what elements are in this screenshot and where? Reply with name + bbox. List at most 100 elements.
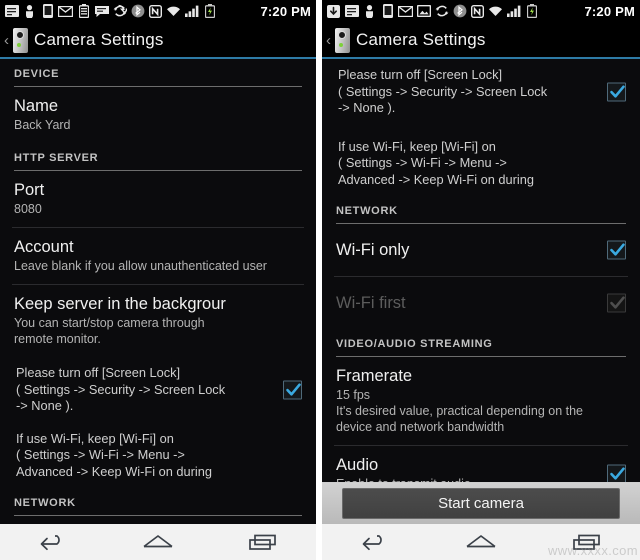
action-bar-right: ‹ Camera Settings bbox=[322, 22, 640, 59]
pref-title: Name bbox=[14, 97, 59, 115]
camera-lens-shape bbox=[338, 30, 346, 39]
note-row-wifi-keep-on[interactable]: If use Wi-Fi, keep [Wi-Fi] on ( Settings… bbox=[0, 423, 316, 489]
check-row-audio[interactable]: Audio Enable to transmit audio bbox=[322, 446, 640, 482]
note-text: If use Wi-Fi, keep [Wi-Fi] on ( Settings… bbox=[338, 138, 534, 187]
settings-list-left[interactable]: DEVICE Name Back Yard HTTP SERVER Port 8… bbox=[0, 59, 316, 524]
smartphone-icon bbox=[380, 4, 395, 19]
pref-title: Framerate bbox=[336, 367, 413, 385]
pref-title: Account bbox=[14, 238, 74, 256]
pref-summary: 15 fps It's desired value, practical dep… bbox=[336, 388, 583, 434]
pref-summary: Back Yard bbox=[14, 118, 71, 132]
gmail-icon bbox=[58, 4, 73, 19]
section-header-device: DEVICE bbox=[0, 59, 316, 83]
pref-title: Port bbox=[14, 181, 45, 199]
pref-title: Audio bbox=[336, 456, 379, 474]
up-caret-icon[interactable]: ‹ bbox=[326, 33, 331, 48]
check-row-wifi-first: Wi-Fi first bbox=[322, 277, 640, 329]
section-title: DEVICE bbox=[14, 68, 60, 80]
gmail-icon bbox=[398, 4, 413, 19]
camera-lens-shape bbox=[16, 30, 24, 39]
back-icon[interactable] bbox=[349, 529, 401, 555]
news-icon bbox=[4, 4, 19, 19]
battery-charging-icon bbox=[76, 4, 91, 19]
start-camera-bar: Start camera bbox=[322, 482, 640, 524]
dual-screenshot-container: 7:20 PM ‹ Camera Settings DEVICE Name Ba… bbox=[0, 0, 640, 560]
sync-icon bbox=[434, 4, 449, 19]
section-title: HTTP SERVER bbox=[14, 152, 99, 164]
camera-app-icon[interactable]: ‹ bbox=[326, 26, 352, 54]
bluetooth-icon bbox=[130, 4, 145, 19]
bluetooth-icon bbox=[452, 4, 467, 19]
pref-summary: 8080 bbox=[14, 202, 42, 216]
section-header-network: NETWORK bbox=[0, 488, 316, 512]
status-clock: 7:20 PM bbox=[584, 3, 635, 19]
pref-summary: You can start/stop camera through remote… bbox=[14, 316, 205, 346]
pref-row-framerate[interactable]: Framerate 15 fps It's desired value, pra… bbox=[322, 357, 640, 445]
wifi-icon bbox=[488, 4, 503, 19]
nfc-icon bbox=[470, 4, 485, 19]
pref-row-port[interactable]: Port 8080 bbox=[0, 171, 316, 227]
check-row-wifi-only[interactable]: Wi-Fi only bbox=[322, 224, 640, 276]
note-text: Please turn off [Screen Lock] ( Settings… bbox=[16, 365, 226, 413]
pref-summary: Leave blank if you allow unauthenticated… bbox=[14, 259, 267, 273]
section-header-video-audio-streaming: VIDEO/AUDIO STREAMING bbox=[322, 329, 640, 353]
navigation-bar-left[interactable] bbox=[0, 524, 316, 560]
person-icon bbox=[362, 4, 377, 19]
pref-row-account[interactable]: Account Leave blank if you allow unauthe… bbox=[0, 228, 316, 284]
battery-icon bbox=[202, 4, 217, 19]
note-text: If use Wi-Fi, keep [Wi-Fi] on ( Settings… bbox=[16, 430, 212, 479]
wifi-icon bbox=[166, 4, 181, 19]
up-caret-icon[interactable]: ‹ bbox=[4, 33, 9, 48]
section-header-http-server: HTTP SERVER bbox=[0, 143, 316, 167]
camera-led-shape bbox=[17, 42, 21, 47]
checkbox-screen-lock[interactable] bbox=[283, 380, 302, 400]
navigation-bar-right[interactable]: www.xxxx.com bbox=[322, 524, 640, 560]
action-bar-left: ‹ Camera Settings bbox=[0, 22, 316, 59]
left-phone-screen: 7:20 PM ‹ Camera Settings DEVICE Name Ba… bbox=[0, 0, 316, 560]
section-title: NETWORK bbox=[14, 497, 76, 509]
check-row-wifi-only[interactable]: Wi-Fi only bbox=[0, 516, 316, 524]
person-icon bbox=[22, 4, 37, 19]
nfc-icon bbox=[148, 4, 163, 19]
pref-title: Wi-Fi first bbox=[336, 294, 406, 312]
section-header-network: NETWORK bbox=[322, 196, 640, 220]
smartphone-icon bbox=[40, 4, 55, 19]
right-phone-screen: 7:20 PM ‹ Camera Settings Please turn of… bbox=[322, 0, 640, 560]
home-icon[interactable] bbox=[132, 529, 184, 555]
back-icon[interactable] bbox=[27, 529, 79, 555]
note-text: Please turn off [Screen Lock] ( Settings… bbox=[338, 67, 548, 115]
section-title: VIDEO/AUDIO STREAMING bbox=[336, 338, 493, 350]
camera-led-shape bbox=[339, 42, 343, 47]
camera-app-icon[interactable]: ‹ bbox=[4, 26, 30, 54]
recents-icon[interactable] bbox=[237, 529, 289, 555]
note-row-screen-lock[interactable]: Please turn off [Screen Lock] ( Settings… bbox=[322, 59, 640, 125]
signal-icon bbox=[506, 4, 521, 19]
pref-row-name[interactable]: Name Back Yard bbox=[0, 87, 316, 143]
message-icon bbox=[94, 4, 109, 19]
checkbox-audio[interactable] bbox=[607, 464, 626, 482]
start-camera-button[interactable]: Start camera bbox=[342, 488, 620, 519]
section-title: NETWORK bbox=[336, 205, 398, 217]
note-row-wifi-keep-on[interactable]: If use Wi-Fi, keep [Wi-Fi] on ( Settings… bbox=[322, 125, 640, 197]
status-bar-right: 7:20 PM bbox=[322, 0, 640, 22]
page-title: Camera Settings bbox=[34, 29, 164, 49]
pref-row-keep-server-background[interactable]: Keep server in the backgrour You can sta… bbox=[0, 285, 316, 357]
status-bar-left: 7:20 PM bbox=[0, 0, 316, 22]
note-row-screen-lock[interactable]: Please turn off [Screen Lock] ( Settings… bbox=[0, 357, 316, 423]
settings-list-right[interactable]: Please turn off [Screen Lock] ( Settings… bbox=[322, 59, 640, 482]
signal-icon bbox=[184, 4, 199, 19]
pref-title: Wi-Fi only bbox=[336, 241, 410, 259]
battery-icon bbox=[524, 4, 539, 19]
image-icon bbox=[416, 4, 431, 19]
sync-icon bbox=[112, 4, 127, 19]
status-clock: 7:20 PM bbox=[260, 3, 311, 19]
checkbox-wifi-only[interactable] bbox=[607, 240, 626, 260]
page-title: Camera Settings bbox=[356, 29, 486, 49]
checkbox-wifi-first bbox=[607, 293, 626, 313]
checkbox-screen-lock[interactable] bbox=[607, 82, 626, 102]
download-icon bbox=[326, 4, 341, 19]
home-icon[interactable] bbox=[455, 529, 507, 555]
pref-title: Keep server in the backgrour bbox=[14, 295, 226, 313]
news-icon bbox=[344, 4, 359, 19]
recents-icon[interactable] bbox=[561, 529, 613, 555]
